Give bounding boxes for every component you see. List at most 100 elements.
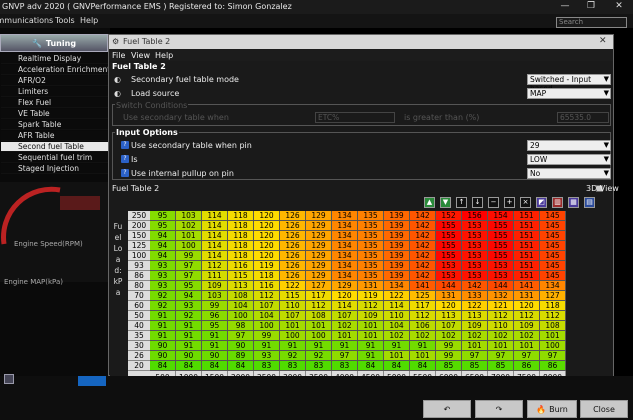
- table-cell[interactable]: 126: [280, 221, 306, 231]
- table-cell[interactable]: 118: [228, 211, 254, 221]
- table-cell[interactable]: 102: [410, 331, 436, 341]
- table-cell[interactable]: 92: [306, 351, 332, 361]
- table-cell[interactable]: 101: [306, 321, 332, 331]
- table-cell[interactable]: 145: [540, 221, 566, 231]
- minimize-icon[interactable]: —: [554, 1, 576, 13]
- table-cell[interactable]: 113: [462, 311, 488, 321]
- table-cell[interactable]: 110: [280, 301, 306, 311]
- table-cell[interactable]: 97: [540, 351, 566, 361]
- multiply-icon[interactable]: ×: [520, 197, 531, 208]
- table-cell[interactable]: 99: [436, 341, 462, 351]
- table-cell[interactable]: 90: [150, 351, 176, 361]
- interpolate-icon[interactable]: ◩: [536, 197, 547, 208]
- table-cell[interactable]: 99: [254, 331, 280, 341]
- table-cell[interactable]: 95: [176, 281, 202, 291]
- help-icon[interactable]: ?: [121, 141, 129, 149]
- table-cell[interactable]: 145: [540, 271, 566, 281]
- table-cell[interactable]: 153: [462, 251, 488, 261]
- sidebar-item[interactable]: Acceleration Enrichment: [1, 65, 110, 75]
- table-cell[interactable]: 91: [176, 341, 202, 351]
- table-cell[interactable]: 90: [150, 341, 176, 351]
- table-cell[interactable]: 109: [202, 281, 228, 291]
- table-cell[interactable]: 151: [514, 251, 540, 261]
- table-cell[interactable]: 107: [436, 321, 462, 331]
- table-cell[interactable]: 134: [332, 261, 358, 271]
- table-cell[interactable]: 102: [176, 221, 202, 231]
- table-cell[interactable]: 120: [254, 211, 280, 221]
- table-cell[interactable]: 99: [436, 351, 462, 361]
- table-cell[interactable]: 118: [228, 251, 254, 261]
- table-icon[interactable]: ▤: [584, 197, 595, 208]
- table-cell[interactable]: 93: [150, 261, 176, 271]
- sidebar-item[interactable]: Sequential fuel trim: [1, 153, 109, 163]
- table-cell[interactable]: 112: [514, 311, 540, 321]
- table-cell[interactable]: 97: [176, 271, 202, 281]
- table-cell[interactable]: 154: [488, 211, 514, 221]
- table-cell[interactable]: 135: [358, 231, 384, 241]
- table-cell[interactable]: 109: [514, 321, 540, 331]
- table-cell[interactable]: 129: [306, 251, 332, 261]
- table-cell[interactable]: 107: [332, 311, 358, 321]
- table-cell[interactable]: 108: [228, 291, 254, 301]
- sidebar-item[interactable]: Realtime Display: [1, 54, 109, 64]
- table-cell[interactable]: 91: [150, 311, 176, 321]
- table-cell[interactable]: 112: [540, 311, 566, 321]
- help-icon[interactable]: ?: [121, 169, 129, 177]
- table-cell[interactable]: 127: [540, 291, 566, 301]
- decrease-icon[interactable]: ▼: [440, 197, 451, 208]
- table-cell[interactable]: 114: [202, 211, 228, 221]
- table-cell[interactable]: 155: [488, 221, 514, 231]
- search-input[interactable]: Search: [556, 17, 627, 28]
- table-cell[interactable]: 91: [176, 331, 202, 341]
- table-cell[interactable]: 129: [306, 261, 332, 271]
- fill-icon[interactable]: ▦: [568, 197, 579, 208]
- table-cell[interactable]: 101: [384, 351, 410, 361]
- table-cell[interactable]: 139: [384, 271, 410, 281]
- sidebar-item[interactable]: AFR Table: [1, 131, 109, 141]
- pin-select[interactable]: 29 ▼: [527, 140, 611, 151]
- table-cell[interactable]: 91: [358, 351, 384, 361]
- table-cell[interactable]: 139: [384, 231, 410, 241]
- help-icon[interactable]: ?: [121, 155, 129, 163]
- table-cell[interactable]: 135: [358, 271, 384, 281]
- load-axis-label[interactable]: 70: [128, 291, 150, 301]
- load-axis-label[interactable]: 30: [128, 341, 150, 351]
- table-cell[interactable]: 155: [488, 231, 514, 241]
- table-cell[interactable]: 116: [228, 261, 254, 271]
- table-cell[interactable]: 91: [254, 341, 280, 351]
- menu-help[interactable]: Help: [80, 16, 98, 25]
- load-axis-label[interactable]: 250: [128, 211, 150, 221]
- table-cell[interactable]: 131: [514, 291, 540, 301]
- table-cell[interactable]: 101: [358, 331, 384, 341]
- table-cell[interactable]: 155: [488, 241, 514, 251]
- table-cell[interactable]: 101: [462, 341, 488, 351]
- table-cell[interactable]: 113: [436, 311, 462, 321]
- table-cell[interactable]: 83: [254, 361, 280, 371]
- table-cell[interactable]: 94: [150, 251, 176, 261]
- table-cell[interactable]: 114: [384, 301, 410, 311]
- load-axis-label[interactable]: 26: [128, 351, 150, 361]
- redo-button[interactable]: ↷: [475, 400, 523, 418]
- table-cell[interactable]: 131: [436, 291, 462, 301]
- table-cell[interactable]: 118: [228, 241, 254, 251]
- table-cell[interactable]: 142: [410, 231, 436, 241]
- table-cell[interactable]: 101: [488, 341, 514, 351]
- table-cell[interactable]: 116: [254, 281, 280, 291]
- table-cell[interactable]: 100: [228, 311, 254, 321]
- table-cell[interactable]: 100: [176, 241, 202, 251]
- table-cell[interactable]: 109: [358, 311, 384, 321]
- table-cell[interactable]: 126: [280, 241, 306, 251]
- table-cell[interactable]: 84: [410, 361, 436, 371]
- table-cell[interactable]: 139: [384, 211, 410, 221]
- table-cell[interactable]: 119: [254, 261, 280, 271]
- table-cell[interactable]: 100: [306, 331, 332, 341]
- table-cell[interactable]: 83: [332, 361, 358, 371]
- table-cell[interactable]: 112: [202, 261, 228, 271]
- table-cell[interactable]: 126: [280, 251, 306, 261]
- table-cell[interactable]: 134: [332, 241, 358, 251]
- table-cell[interactable]: 101: [176, 231, 202, 241]
- table-cell[interactable]: 101: [358, 321, 384, 331]
- load-axis-label[interactable]: 93: [128, 261, 150, 271]
- table-cell[interactable]: 94: [176, 291, 202, 301]
- table-cell[interactable]: 151: [514, 261, 540, 271]
